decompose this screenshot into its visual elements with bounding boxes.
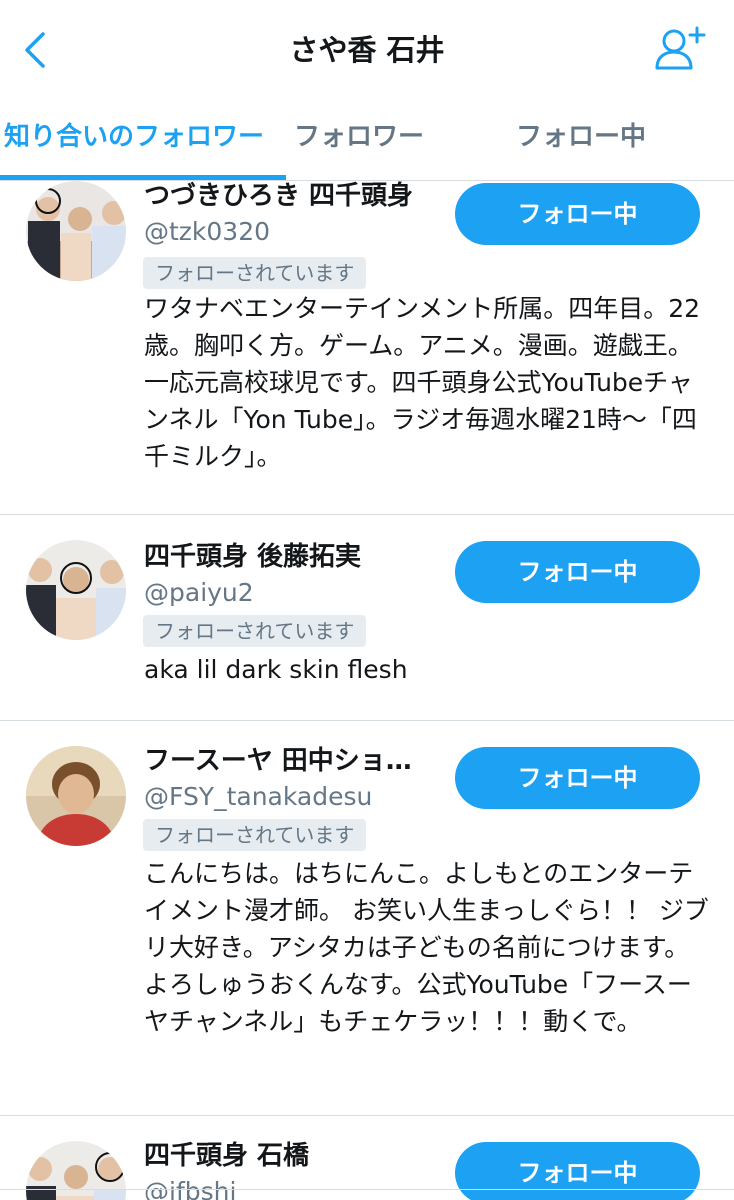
tab-followers-you-know[interactable]: 知り合いのフォロワー — [4, 100, 264, 180]
user-name: つづきひろき 四千頭身 — [144, 181, 414, 211]
list-item[interactable]: つづきひろき 四千頭身 @tzk0320 フォローされています ワタナベエンター… — [0, 181, 734, 514]
user-name: フースーヤ 田中ショ… — [144, 746, 412, 776]
tab-following[interactable]: フォロー中 — [516, 100, 646, 180]
user-bio: こんにちは。はちにんこ。よしもとのエンターテイメント漫才師。 お笑い人生まっしぐ… — [144, 859, 709, 1036]
bottom-divider — [0, 1189, 734, 1190]
following-button[interactable]: フォロー中 — [455, 747, 700, 809]
active-tab-indicator — [0, 175, 286, 180]
add-user-icon — [655, 26, 706, 70]
nav-header: さや香 石井 — [0, 0, 734, 100]
user-handle: @paiyu2 — [144, 578, 254, 607]
follower-list: つづきひろき 四千頭身 @tzk0320 フォローされています ワタナベエンター… — [0, 181, 734, 1200]
follows-you-badge: フォローされています — [143, 257, 367, 289]
page-title: さや香 石井 — [289, 33, 445, 67]
user-bio: ワタナベエンターテインメント所属。四年目。22歳。胸叩く方。ゲーム。アニメ。漫画… — [144, 294, 701, 471]
avatar[interactable] — [26, 540, 126, 640]
tab-bar: 知り合いのフォロワー フォロワー フォロー中 — [0, 100, 734, 181]
user-name: 四千頭身 後藤拓実 — [144, 542, 362, 572]
user-bio: aka lil dark skin flesh — [144, 655, 408, 684]
list-item[interactable]: 四千頭身 石橋 @ifbshi フォロー中 — [0, 1116, 734, 1200]
following-button[interactable]: フォロー中 — [455, 1142, 700, 1200]
follows-you-badge: フォローされています — [143, 819, 367, 851]
user-name: 四千頭身 石橋 — [144, 1141, 310, 1171]
list-item[interactable]: フースーヤ 田中ショ… @FSY_tanakadesu フォローされています こ… — [0, 721, 734, 1115]
user-handle: @tzk0320 — [144, 217, 271, 246]
avatar[interactable] — [26, 181, 126, 281]
avatar[interactable] — [26, 1141, 126, 1200]
follows-you-badge: フォローされています — [143, 615, 367, 647]
user-handle: @FSY_tanakadesu — [144, 782, 373, 811]
avatar[interactable] — [26, 746, 126, 846]
following-button[interactable]: フォロー中 — [455, 541, 700, 603]
add-user-button[interactable] — [654, 24, 710, 74]
tab-followers[interactable]: フォロワー — [294, 100, 424, 180]
list-item[interactable]: 四千頭身 後藤拓実 @paiyu2 フォローされています aka lil dar… — [0, 515, 734, 720]
user-handle: @ifbshi — [144, 1177, 237, 1200]
following-button[interactable]: フォロー中 — [455, 183, 700, 245]
